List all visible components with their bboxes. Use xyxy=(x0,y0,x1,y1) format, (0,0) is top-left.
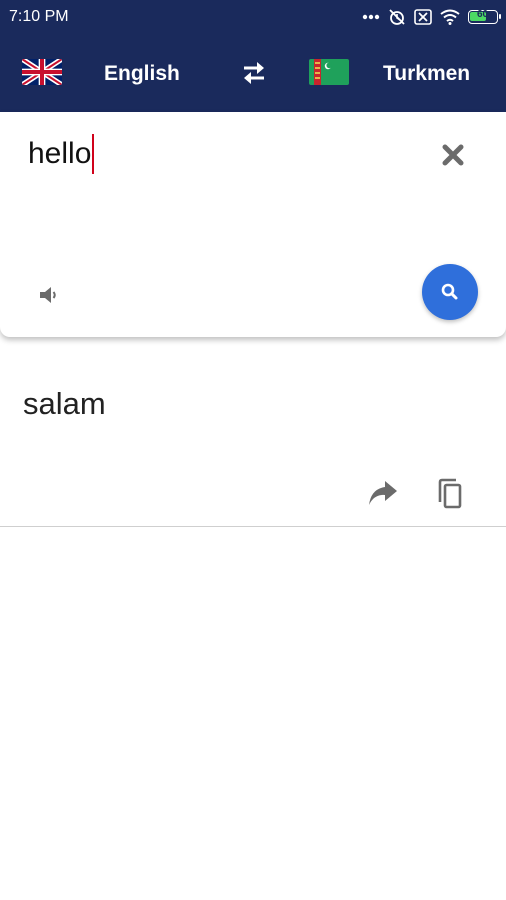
battery-level: 60 xyxy=(476,9,489,20)
app-header: 7:10 PM 60 English Turkmen xyxy=(0,0,506,112)
source-text-input[interactable]: hello xyxy=(28,134,95,174)
close-icon[interactable] xyxy=(440,142,466,168)
language-bar: English Turkmen xyxy=(0,50,506,98)
share-icon[interactable] xyxy=(367,479,399,507)
source-language-button[interactable]: English xyxy=(104,62,180,86)
source-text-value: hello xyxy=(28,137,92,170)
search-icon xyxy=(441,283,458,300)
battery-icon: 60 xyxy=(468,9,501,24)
status-icons: 60 xyxy=(362,7,501,27)
swap-arrows-icon[interactable] xyxy=(240,60,268,86)
target-language-button[interactable]: Turkmen xyxy=(383,62,470,86)
result-divider xyxy=(0,526,506,527)
text-caret xyxy=(92,134,95,174)
copy-icon[interactable] xyxy=(436,478,464,510)
more-dots-icon xyxy=(362,14,380,20)
uk-flag-icon[interactable] xyxy=(22,59,62,85)
search-button[interactable] xyxy=(422,264,478,320)
translation-result: salam xyxy=(23,386,106,421)
wifi-icon xyxy=(440,9,460,25)
sim-off-icon xyxy=(414,9,432,25)
input-card: hello xyxy=(0,112,506,337)
speaker-icon[interactable] xyxy=(38,284,60,306)
status-time: 7:10 PM xyxy=(9,8,69,25)
turkmenistan-flag-icon[interactable] xyxy=(309,59,349,85)
alarm-off-icon xyxy=(389,9,405,25)
status-bar: 7:10 PM 60 xyxy=(0,0,506,36)
